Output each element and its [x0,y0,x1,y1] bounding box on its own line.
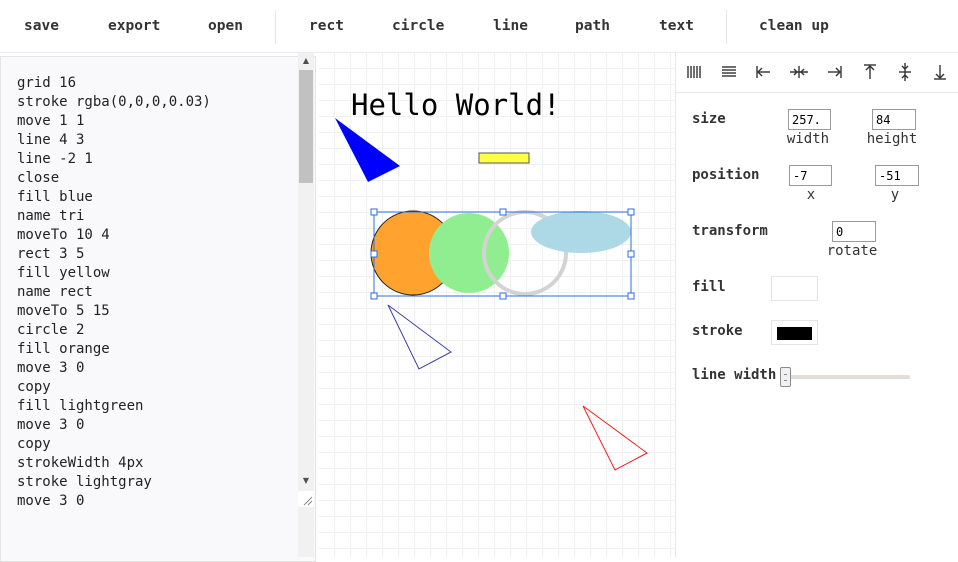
code-line: copy [17,379,51,395]
align-left-edges-icon[interactable] [683,61,705,83]
scroll-down-arrow-icon[interactable]: ▼ [298,473,314,489]
text-tool-button[interactable]: text [659,0,694,53]
size-label: size [692,111,726,127]
code-textarea[interactable]: grid 16 stroke rgba(0,0,0,0.03) move 1 1 li… [0,56,316,562]
code-line: stroke rgba(0,0,0,0.03) [17,94,211,110]
stroke-color-value [777,327,812,340]
rotate-label: rotate [826,243,878,259]
rotate-input[interactable] [832,221,876,242]
fill-color-swatch[interactable] [771,276,818,301]
blue-triangle-shape[interactable] [335,118,400,182]
align-left-icon[interactable] [753,61,775,83]
y-input[interactable] [875,165,919,186]
properties-panel: size width height position x y transform… [675,53,958,557]
height-label: height [866,131,918,147]
rect-tool-button[interactable]: rect [309,0,344,53]
code-line: name rect [17,284,93,300]
align-bottom-icon[interactable] [929,61,951,83]
lightblue-ellipse-shape[interactable] [531,211,631,253]
resize-handle[interactable] [499,208,507,216]
code-line: circle 2 [17,322,85,338]
x-input[interactable] [789,165,832,186]
align-toolbar [676,53,958,93]
resize-grip-icon[interactable] [298,491,314,507]
code-line: rect 3 5 [17,246,85,262]
export-button[interactable]: export [108,0,160,53]
toolbar-divider [275,10,276,44]
code-line: name tri [17,208,85,224]
resize-handle[interactable] [499,292,507,300]
toolbar: save export open rect circle line path t… [0,0,958,53]
code-line: stroke lightgray [17,474,152,490]
resize-handle[interactable] [370,292,378,300]
code-line: grid 16 [17,75,77,91]
clean-up-button[interactable]: clean up [759,0,829,53]
code-line: moveTo 5 15 [17,303,110,319]
transform-label: transform [692,223,768,239]
line-width-slider-handle[interactable] [780,367,791,387]
position-label: position [692,167,760,183]
save-button[interactable]: save [24,0,59,53]
code-line: fill blue [17,189,93,205]
open-button[interactable]: open [208,0,243,53]
x-label: x [806,187,816,203]
code-line: line 4 3 [17,132,85,148]
line-width-slider-track[interactable] [780,375,910,379]
resize-handle[interactable] [370,208,378,216]
width-input[interactable] [788,109,831,130]
editor-scrollbar[interactable]: ▲ ▼ [298,53,314,557]
align-center-lines-icon[interactable] [718,61,740,83]
code-line: line -2 1 [17,151,93,167]
fill-color-value [772,277,817,300]
align-top-icon[interactable] [859,61,881,83]
y-label: y [890,187,900,203]
toolbar-divider [726,10,727,44]
blue-outline-triangle-shape[interactable] [387,304,452,370]
resize-handle[interactable] [370,250,378,258]
code-line: fill lightgreen [17,398,144,414]
resize-handle[interactable] [627,208,635,216]
code-line: copy [17,436,51,452]
code-line: moveTo 10 4 [17,227,110,243]
align-center-h-icon[interactable] [788,61,810,83]
code-line: move 1 1 [17,113,85,129]
code-line: close [17,170,60,186]
line-tool-button[interactable]: line [493,0,528,53]
code-editor-panel: grid 16 stroke rgba(0,0,0,0.03) move 1 1 li… [0,53,318,562]
align-middle-v-icon[interactable] [894,61,916,83]
stroke-label: stroke [692,323,743,339]
align-right-icon[interactable] [823,61,845,83]
stroke-color-swatch[interactable] [771,320,818,345]
drawing-canvas[interactable]: Hello World! [319,53,674,557]
code-lines: grid 16 stroke rgba(0,0,0,0.03) move 1 1 li… [17,74,211,511]
scroll-up-arrow-icon[interactable]: ▲ [298,53,314,69]
circle-tool-button[interactable]: circle [392,0,444,53]
yellow-rect-shape[interactable] [478,152,530,164]
scroll-thumb[interactable] [299,70,313,183]
height-input[interactable] [872,109,916,130]
resize-handle[interactable] [627,292,635,300]
code-line: strokeWidth 4px [17,455,144,471]
line-width-label: line width [692,367,777,383]
resize-handle[interactable] [627,250,635,258]
code-line: move 3 0 [17,493,85,509]
canvas-text-object[interactable]: Hello World! [351,88,561,122]
width-label: width [786,131,830,147]
red-outline-triangle-shape[interactable] [582,405,648,471]
fill-label: fill [692,279,726,295]
code-line: fill orange [17,341,110,357]
code-line: move 3 0 [17,417,85,433]
path-tool-button[interactable]: path [575,0,610,53]
code-line: move 3 0 [17,360,85,376]
code-line: fill yellow [17,265,110,281]
